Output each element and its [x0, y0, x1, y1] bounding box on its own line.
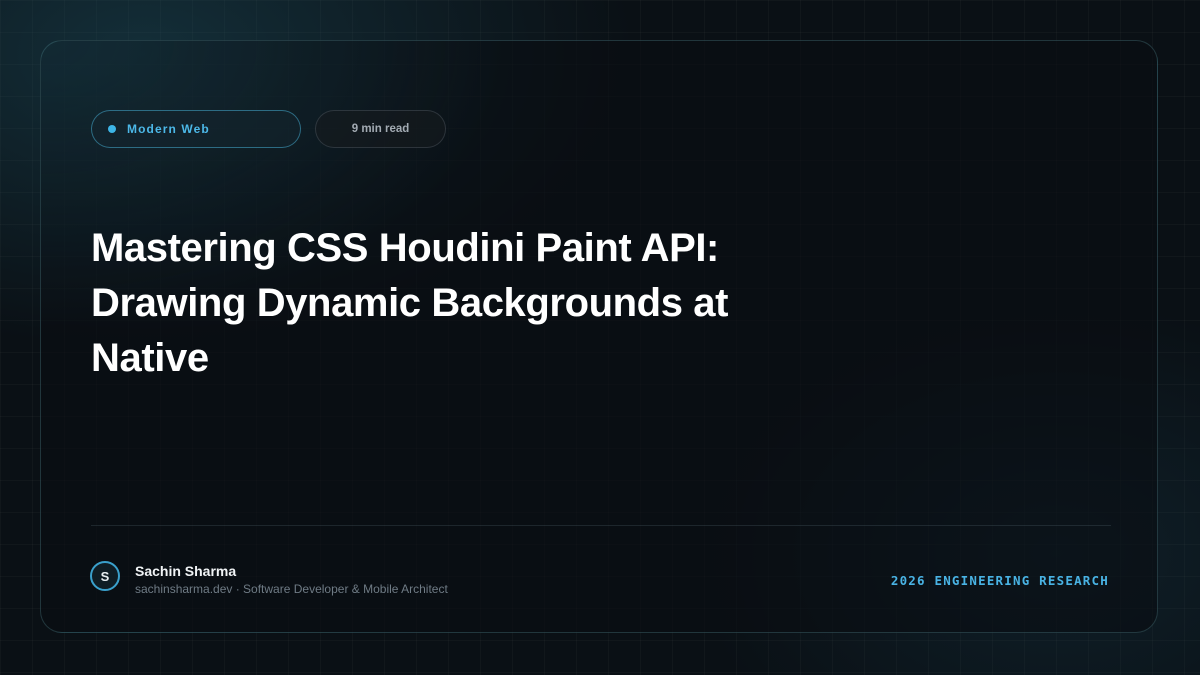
author-avatar: S: [90, 561, 120, 591]
read-time-label: 9 min read: [351, 123, 410, 135]
topic-pill[interactable]: Modern Web: [91, 110, 301, 148]
read-time-pill: 9 min read: [315, 110, 446, 148]
topic-dot-icon: [108, 125, 116, 133]
page: { "header": { "topic_label": "Modern Web…: [0, 0, 1200, 675]
topic-label: Modern Web: [127, 122, 210, 136]
avatar-initial: S: [100, 568, 110, 584]
footer-tagline: 2026 ENGINEERING RESEARCH: [890, 573, 1109, 588]
article-card: Modern Web 9 min read Mastering CSS Houd…: [40, 40, 1158, 633]
article-title: Mastering CSS Houdini Paint API: Drawing…: [91, 226, 729, 380]
author-name: Sachin Sharma: [135, 563, 237, 579]
author-subtitle: sachinsharma.dev · Software Developer & …: [135, 582, 448, 596]
divider: [91, 525, 1111, 526]
